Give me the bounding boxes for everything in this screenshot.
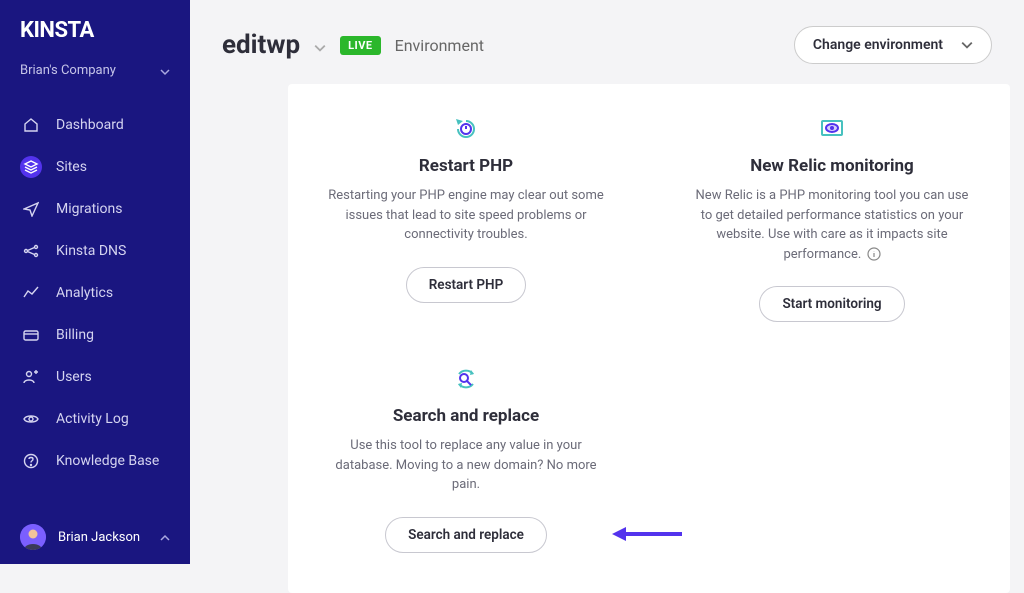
sidebar-nav: Dashboard Sites Migrations Kinsta DNS An… xyxy=(0,96,190,510)
airplane-icon xyxy=(23,201,39,217)
brand-logo: KINSTA xyxy=(0,0,190,53)
sidebar-item-analytics[interactable]: Analytics xyxy=(0,272,190,314)
chevron-down-icon[interactable] xyxy=(314,39,326,51)
nav-label: Migrations xyxy=(56,201,123,217)
help-icon xyxy=(23,453,39,469)
avatar xyxy=(20,524,46,550)
sidebar-item-billing[interactable]: Billing xyxy=(0,314,190,356)
chevron-down-icon xyxy=(961,39,973,51)
card-description: New Relic is a PHP monitoring tool you c… xyxy=(694,186,970,264)
restart-icon xyxy=(451,114,481,144)
nav-label: Kinsta DNS xyxy=(56,243,126,259)
card-title: Search and replace xyxy=(393,406,539,426)
search-replace-icon xyxy=(451,364,481,394)
environment-label: Environment xyxy=(395,36,484,55)
monitor-icon xyxy=(817,114,847,144)
nav-label: Users xyxy=(56,369,92,385)
change-env-label: Change environment xyxy=(813,37,943,53)
main-content: editwp LIVE Environment Change environme… xyxy=(190,0,1024,564)
chevron-down-icon xyxy=(160,66,170,76)
change-environment-button[interactable]: Change environment xyxy=(794,26,992,64)
username: Brian Jackson xyxy=(58,530,140,545)
empty-cell xyxy=(694,364,970,553)
card-icon xyxy=(23,327,39,343)
home-icon xyxy=(23,117,39,133)
callout-arrow-icon xyxy=(612,525,682,547)
sidebar-item-dashboard[interactable]: Dashboard xyxy=(0,104,190,146)
restart-php-button[interactable]: Restart PHP xyxy=(406,267,527,303)
nav-label: Activity Log xyxy=(56,411,129,427)
nav-label: Dashboard xyxy=(56,117,124,133)
card-description: Restarting your PHP engine may clear out… xyxy=(328,186,604,245)
network-icon xyxy=(23,243,39,259)
chart-icon xyxy=(23,285,39,301)
users-icon xyxy=(23,369,39,385)
layers-icon xyxy=(23,159,39,175)
company-name: Brian's Company xyxy=(20,63,116,78)
search-replace-card: Search and replace Use this tool to repl… xyxy=(328,364,604,553)
nav-label: Billing xyxy=(56,327,94,343)
sidebar: KINSTA Brian's Company Dashboard Sites M… xyxy=(0,0,190,564)
sidebar-item-migrations[interactable]: Migrations xyxy=(0,188,190,230)
chevron-up-icon xyxy=(160,532,170,542)
site-name: editwp xyxy=(222,30,300,60)
nav-label: Sites xyxy=(56,159,87,175)
sidebar-item-users[interactable]: Users xyxy=(0,356,190,398)
nav-label: Analytics xyxy=(56,285,113,301)
card-title: New Relic monitoring xyxy=(750,156,913,176)
sidebar-item-knowledge[interactable]: Knowledge Base xyxy=(0,440,190,482)
user-menu[interactable]: Brian Jackson xyxy=(0,510,190,564)
start-monitoring-button[interactable]: Start monitoring xyxy=(759,286,904,322)
nav-label: Knowledge Base xyxy=(56,453,159,469)
info-icon[interactable] xyxy=(867,247,881,261)
search-replace-button[interactable]: Search and replace xyxy=(385,517,547,553)
environment-badge: LIVE xyxy=(340,36,381,55)
sidebar-item-sites[interactable]: Sites xyxy=(0,146,190,188)
sidebar-item-activity[interactable]: Activity Log xyxy=(0,398,190,440)
page-header: editwp LIVE Environment Change environme… xyxy=(190,0,1024,84)
eye-icon xyxy=(23,411,39,427)
newrelic-card: New Relic monitoring New Relic is a PHP … xyxy=(694,114,970,322)
sidebar-item-dns[interactable]: Kinsta DNS xyxy=(0,230,190,272)
card-title: Restart PHP xyxy=(419,156,513,176)
tools-panel: Restart PHP Restarting your PHP engine m… xyxy=(288,84,1010,593)
restart-php-card: Restart PHP Restarting your PHP engine m… xyxy=(328,114,604,322)
company-selector[interactable]: Brian's Company xyxy=(0,53,190,96)
card-description: Use this tool to replace any value in yo… xyxy=(328,436,604,495)
